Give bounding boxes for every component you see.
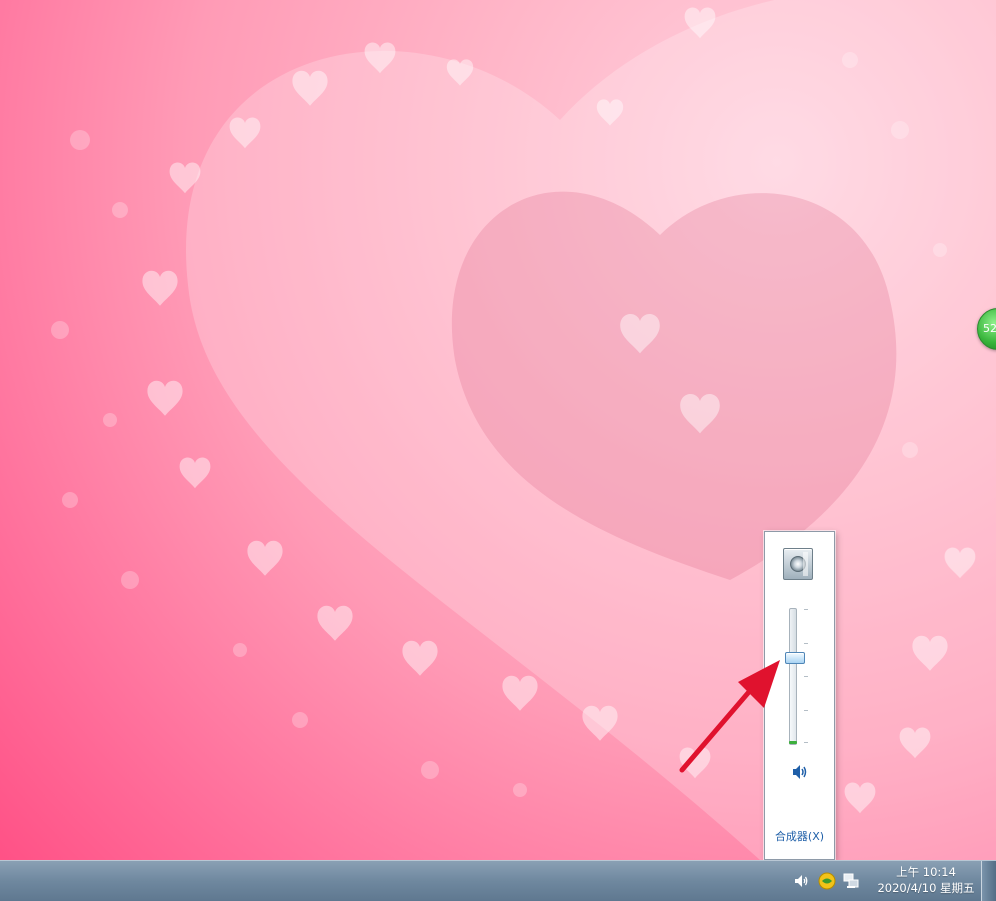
- clock-date: 2020/4/10 星期五: [877, 881, 975, 895]
- volume-slider-thumb[interactable]: [785, 651, 805, 664]
- volume-slider-tick: [804, 710, 808, 711]
- desktop-wallpaper: [0, 0, 996, 860]
- volume-slider-tick: [804, 676, 808, 677]
- mute-speaker-icon[interactable]: [791, 764, 809, 780]
- volume-slider-fill: [790, 656, 796, 744]
- widget-bubble-text: 52: [983, 322, 996, 335]
- volume-slider-minimum-marker: [789, 741, 797, 744]
- volume-slider-tick: [804, 643, 808, 644]
- mixer-link[interactable]: 合成器(X): [765, 828, 834, 844]
- speaker-device-icon[interactable]: [783, 548, 813, 580]
- system-tray: [790, 872, 870, 892]
- annotation-arrow: [679, 660, 780, 773]
- volume-slider-tick: [804, 742, 808, 743]
- app-tray-icon[interactable]: [818, 872, 836, 890]
- clock-time: 上午 10:14: [896, 865, 956, 879]
- taskbar: 上午 10:14 2020/4/10 星期五: [0, 860, 996, 901]
- show-desktop-button[interactable]: [981, 861, 996, 901]
- volume-tray-icon[interactable]: [792, 872, 810, 890]
- volume-slider-track[interactable]: [789, 608, 797, 745]
- volume-slider-tick: [804, 609, 808, 610]
- network-tray-icon[interactable]: [842, 872, 860, 890]
- taskbar-clock[interactable]: 上午 10:14 2020/4/10 星期五: [874, 864, 978, 896]
- wallpaper-hearts: [51, 0, 996, 860]
